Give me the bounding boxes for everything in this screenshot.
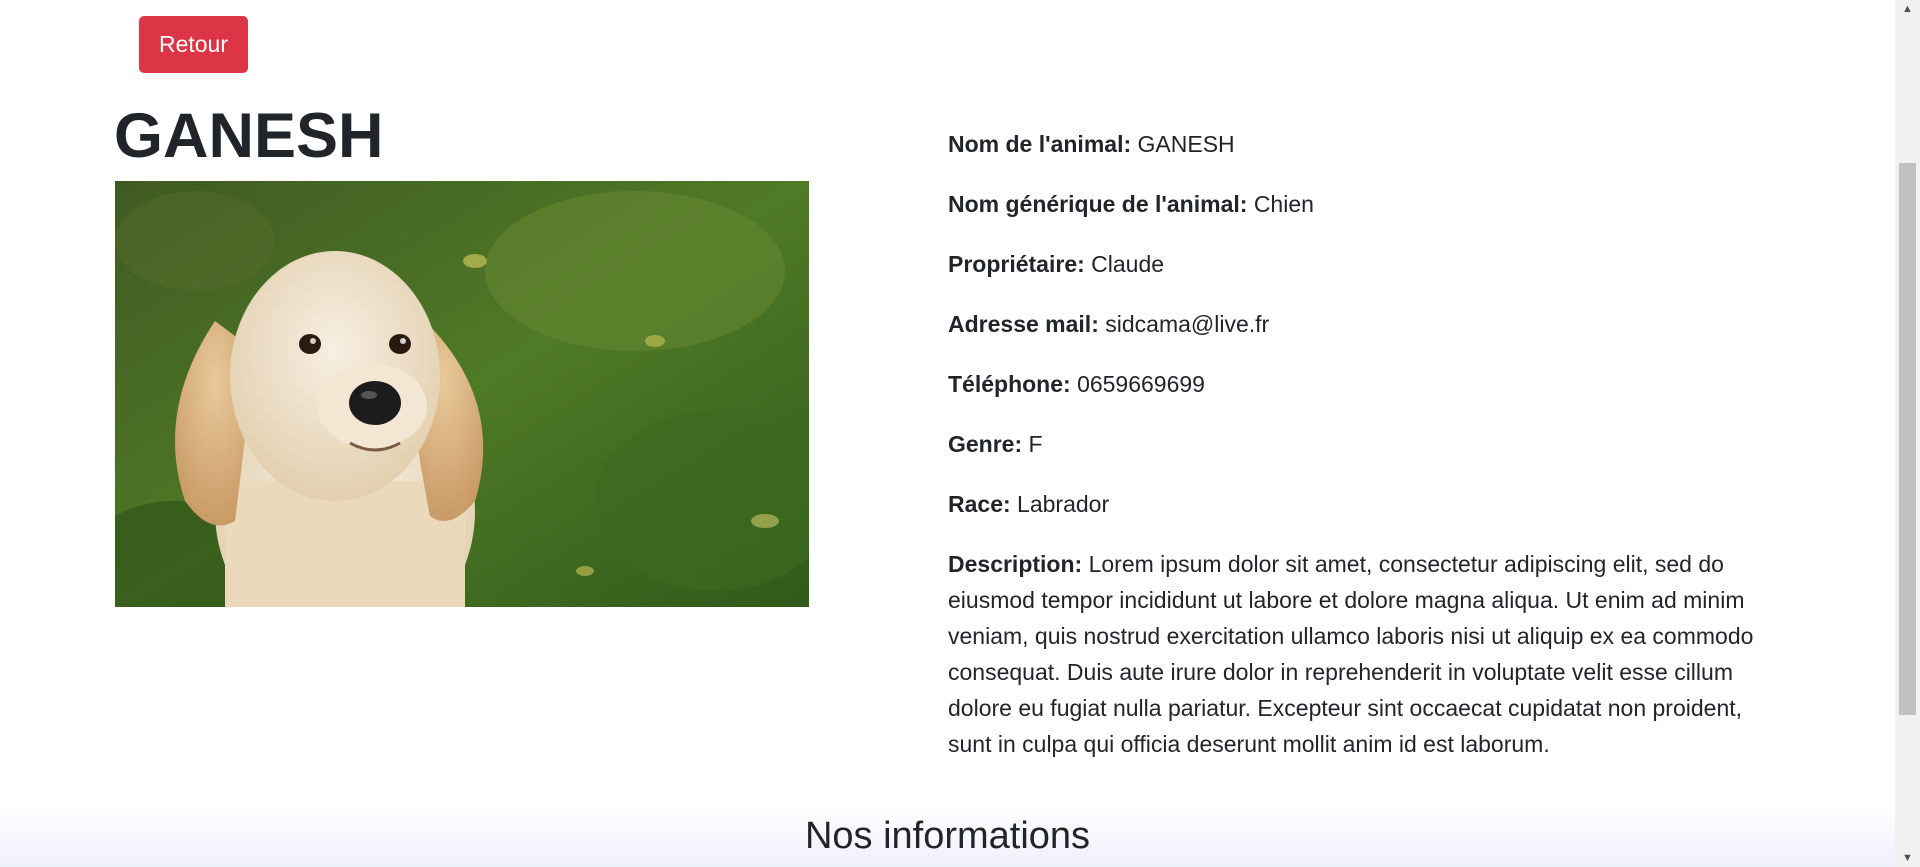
scrollbar-thumb[interactable] [1899, 163, 1916, 715]
info-value: Chien [1253, 191, 1314, 217]
info-row-species: Nom générique de l'animal: Chien [948, 186, 1768, 246]
footer-title: Nos informations [804, 815, 1091, 857]
info-row-gender: Genre: F [948, 426, 1768, 486]
info-label: Genre: [948, 431, 1023, 457]
info-label: Nom générique de l'animal: [948, 191, 1248, 217]
info-label: Nom de l'animal: [948, 131, 1132, 157]
info-row-email: Adresse mail: sidcama@live.fr [948, 306, 1768, 366]
info-value: 0659669699 [1077, 371, 1205, 397]
info-value: Lorem ipsum dolor sit amet, consectetur … [948, 551, 1754, 757]
info-row-name: Nom de l'animal: GANESH [948, 126, 1768, 186]
animal-photo [115, 181, 809, 607]
info-row-description: Description: Lorem ipsum dolor sit amet,… [948, 546, 1768, 762]
page-title: GANESH [114, 101, 384, 171]
info-label: Adresse mail: [948, 311, 1099, 337]
animal-detail-page: Retour GANESH Nom de l'animal: GANESH No… [0, 0, 1895, 867]
info-value: Claude [1091, 251, 1165, 277]
back-button[interactable]: Retour [139, 16, 248, 73]
info-label: Propriétaire: [948, 251, 1085, 277]
info-value: sidcama@live.fr [1105, 311, 1270, 337]
info-value: GANESH [1137, 131, 1235, 157]
scroll-up-arrow-icon[interactable]: ▲ [1895, 0, 1920, 18]
info-value: F [1028, 431, 1043, 457]
info-value: Labrador [1017, 491, 1110, 517]
info-label: Téléphone: [948, 371, 1071, 397]
info-label: Description: [948, 551, 1083, 577]
info-row-phone: Téléphone: 0659669699 [948, 366, 1768, 426]
info-row-breed: Race: Labrador [948, 486, 1768, 546]
animal-info: Nom de l'animal: GANESH Nom générique de… [948, 126, 1768, 762]
scroll-down-arrow-icon[interactable]: ▼ [1895, 849, 1920, 867]
info-row-owner: Propriétaire: Claude [948, 246, 1768, 306]
info-label: Race: [948, 491, 1011, 517]
vertical-scrollbar[interactable]: ▲ ▼ [1895, 0, 1920, 867]
